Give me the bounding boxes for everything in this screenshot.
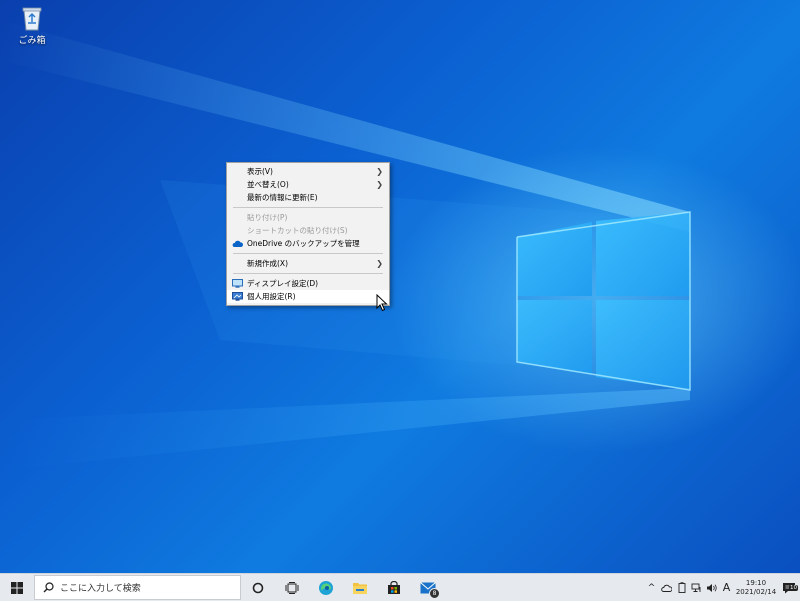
cortana-button[interactable]: [241, 574, 275, 601]
battery-icon[interactable]: [674, 574, 689, 601]
desktop-context-menu: 表示(V) ❯ 並べ替え(O) ❯ 最新の情報に更新(E) 貼り付け(P) ショ…: [226, 162, 390, 306]
search-icon: [43, 582, 54, 593]
file-explorer-folder-icon: [353, 582, 367, 594]
menu-separator: [233, 273, 383, 274]
task-view-icon: [285, 581, 299, 594]
action-center-button[interactable]: 10: [778, 582, 800, 594]
menu-item-sort[interactable]: 並べ替え(O) ❯: [227, 178, 389, 191]
taskbar-edge-button[interactable]: [309, 574, 343, 601]
onedrive-cloud-icon: [232, 239, 244, 248]
taskbar-explorer-button[interactable]: [343, 574, 377, 601]
clock-time: 19:10: [745, 578, 767, 587]
mouse-pointer-icon: [376, 293, 388, 316]
menu-item-onedrive-backup[interactable]: OneDrive のバックアップを管理: [227, 237, 389, 250]
menu-item-view[interactable]: 表示(V) ❯: [227, 165, 389, 178]
ime-indicator[interactable]: A: [719, 574, 734, 601]
chevron-right-icon: ❯: [376, 180, 383, 189]
menu-item-label: 並べ替え(O): [247, 180, 289, 189]
desktop-background[interactable]: ごみ箱 表示(V) ❯ 並べ替え(O) ❯ 最新の情報に更新(E) 貼り付け(P…: [0, 0, 800, 573]
personalize-icon: [232, 292, 243, 301]
display-icon: [232, 279, 243, 288]
menu-item-label: 新規作成(X): [247, 259, 288, 268]
menu-item-paste: 貼り付け(P): [227, 211, 389, 224]
windows-logo-wallpaper: [0, 20, 691, 470]
menu-separator: [233, 253, 383, 254]
menu-item-label: 貼り付け(P): [247, 213, 288, 222]
clock-date: 2021/02/14: [735, 587, 777, 596]
menu-item-paste-shortcut: ショートカットの貼り付け(S): [227, 224, 389, 237]
menu-item-label: 個人用設定(R): [247, 292, 296, 301]
menu-item-display-settings[interactable]: ディスプレイ設定(D): [227, 277, 389, 290]
taskbar-mail-button[interactable]: 8: [411, 574, 445, 601]
windows-start-icon: [11, 581, 23, 594]
mail-unread-badge: 8: [429, 588, 440, 599]
menu-item-label: OneDrive のバックアップを管理: [247, 239, 360, 248]
edge-browser-icon: [319, 580, 333, 595]
show-hidden-icons-chevron-icon[interactable]: ^: [644, 574, 659, 601]
menu-item-label: 表示(V): [247, 167, 273, 176]
start-button[interactable]: [0, 574, 34, 601]
menu-item-refresh[interactable]: 最新の情報に更新(E): [227, 191, 389, 204]
cortana-circle-icon: [252, 582, 264, 593]
menu-item-new[interactable]: 新規作成(X) ❯: [227, 257, 389, 270]
chevron-right-icon: ❯: [376, 259, 383, 268]
system-tray: ^ A 19:10 2021/02/14 10: [644, 574, 800, 601]
taskbar: ここに入力して検索 8 ^ A 19:10 2021/02/14 10: [0, 573, 800, 601]
search-placeholder: ここに入力して検索: [60, 584, 141, 594]
recycle-bin-label: ごみ箱: [18, 36, 46, 46]
network-icon[interactable]: [689, 574, 704, 601]
menu-item-label: ショートカットの貼り付け(S): [247, 226, 348, 235]
notification-count-badge: 10: [789, 584, 798, 591]
store-bag-icon: [388, 580, 400, 594]
task-view-button[interactable]: [275, 574, 309, 601]
menu-separator: [233, 207, 383, 208]
onedrive-tray-icon[interactable]: [659, 574, 674, 601]
menu-item-label: 最新の情報に更新(E): [247, 193, 318, 202]
taskbar-search-box[interactable]: ここに入力して検索: [34, 575, 241, 600]
taskbar-store-button[interactable]: [377, 574, 411, 601]
menu-item-personalize[interactable]: 個人用設定(R): [227, 290, 389, 303]
chevron-right-icon: ❯: [376, 167, 383, 176]
menu-item-label: ディスプレイ設定(D): [247, 279, 319, 288]
volume-icon[interactable]: [704, 574, 719, 601]
taskbar-clock[interactable]: 19:10 2021/02/14: [734, 579, 778, 597]
recycle-bin-desktop-icon[interactable]: ごみ箱: [10, 4, 54, 46]
recycle-bin-icon: [19, 4, 45, 32]
